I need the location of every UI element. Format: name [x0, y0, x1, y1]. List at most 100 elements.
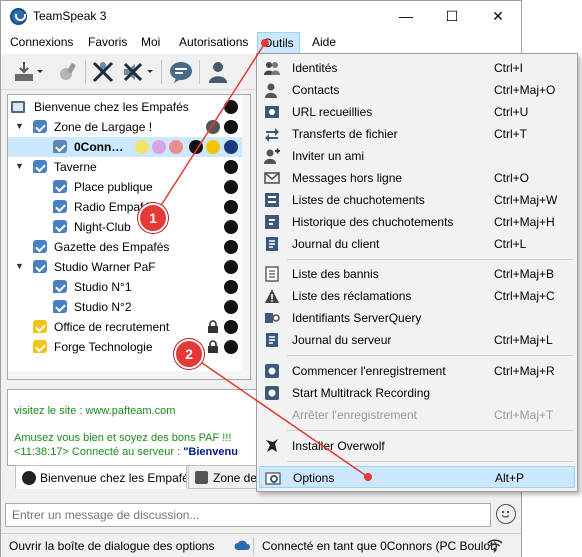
menu-item-label: Messages hors ligne — [292, 171, 403, 185]
menu-item-invite-friend[interactable]: Inviter un ami — [259, 145, 575, 167]
menu-item-shortcut: Ctrl+O — [494, 171, 530, 185]
lock-icon — [206, 320, 220, 334]
channel-badge-icon — [224, 180, 238, 194]
menu-bar: Connexions Favoris Moi Autorisations Out… — [1, 32, 521, 54]
menu-moi[interactable]: Moi — [141, 35, 160, 49]
chat-server-name: "Bienvenu — [183, 446, 238, 458]
expand-arrow-icon[interactable]: ▼ — [15, 261, 25, 271]
server-log-icon — [264, 332, 280, 348]
server-icon — [11, 101, 25, 113]
client-badge-icon — [152, 140, 166, 154]
connect-icon[interactable] — [13, 60, 43, 84]
emoji-icon[interactable] — [496, 504, 516, 524]
menu-item-start-recording[interactable]: Commencer l'enregistrement Ctrl+Maj+R — [259, 360, 575, 382]
menu-separator — [287, 355, 573, 356]
maximize-button[interactable]: ☐ — [429, 1, 475, 32]
channel-tab-icon — [195, 471, 208, 484]
expand-arrow-icon[interactable]: ▼ — [15, 121, 25, 131]
menu-item-serverquery[interactable]: Identifiants ServerQuery — [259, 307, 575, 329]
menu-aide[interactable]: Aide — [312, 35, 336, 49]
menu-autorisations[interactable]: Autorisations — [179, 35, 248, 49]
menu-item-shortcut: Ctrl+Maj+L — [494, 333, 553, 347]
menu-item-shortcut: Ctrl+Maj+B — [494, 267, 555, 281]
menu-item-shortcut: Ctrl+Maj+R — [494, 364, 555, 378]
menu-item-label: Options — [293, 471, 335, 485]
tree-client-row[interactable]: 0Conn… — [8, 137, 244, 157]
chat-text: Connecté au serveur : — [71, 446, 184, 458]
menu-item-offline-messages[interactable]: Messages hors ligne Ctrl+O — [259, 167, 575, 189]
tree-vertical-scrollbar[interactable] — [242, 95, 250, 379]
tab-server-chat[interactable]: Bienvenue chez les Empafés — [15, 465, 187, 489]
menu-item-stop-recording: Arrêter l'enregistrement Ctrl+Maj+T — [259, 404, 575, 426]
menu-item-shortcut: Ctrl+I — [494, 61, 524, 75]
menu-item-complaints[interactable]: Liste des réclamations Ctrl+Maj+C — [259, 285, 575, 307]
menu-item-options[interactable]: Options Alt+P — [259, 466, 575, 488]
menu-item-label: Journal du serveur — [292, 333, 392, 347]
channel-tree: Bienvenue chez les Empafés ▼ Zone de Lar… — [7, 94, 251, 380]
tree-channel-row[interactable]: Radio Empafés — [8, 197, 244, 217]
tree-channel-row[interactable]: Office de recrutement — [8, 317, 244, 337]
tree-channel-row[interactable]: ▼ Zone de Largage ! — [8, 117, 244, 137]
channel-icon — [53, 220, 67, 233]
tree-channel-row[interactable]: Forge Technologie — [8, 337, 244, 357]
menu-connexions[interactable]: Connexions — [10, 35, 73, 49]
channel-icon — [53, 300, 67, 313]
server-name: Bienvenue chez les Empafés — [34, 100, 189, 114]
menu-item-ban-list[interactable]: Liste des bannis Ctrl+Maj+B — [259, 263, 575, 285]
chat-message: Amusez vous bien et soyez des bons PAF !… — [14, 432, 232, 444]
menu-item-contacts[interactable]: Contacts Ctrl+Maj+O — [259, 79, 575, 101]
check-badge-icon — [206, 120, 220, 134]
tree-channel-row[interactable]: Night-Club — [8, 217, 244, 237]
tree-channel-row[interactable]: Studio N°1 — [8, 277, 244, 297]
channel-label: Zone de Largage ! — [54, 120, 153, 134]
title-bar: TeamSpeak 3 — ☐ ✕ — [1, 1, 521, 32]
minimize-button[interactable]: — — [383, 1, 429, 32]
tree-channel-row[interactable]: Studio N°2 — [8, 297, 244, 317]
mute-speakers-icon[interactable] — [121, 60, 153, 84]
channel-label: Studio Warner PaF — [54, 260, 156, 274]
close-button[interactable]: ✕ — [475, 1, 521, 32]
chat-message-input[interactable] — [6, 504, 490, 526]
menu-favoris[interactable]: Favoris — [88, 35, 127, 49]
tree-channel-row[interactable]: ▼ Studio Warner PaF — [8, 257, 244, 277]
contacts-icon[interactable] — [206, 60, 230, 84]
menu-item-whisper-history[interactable]: Historique des chuchotements Ctrl+Maj+H — [259, 211, 575, 233]
chat-icon[interactable] — [168, 60, 192, 84]
menu-item-label: Installer Overwolf — [292, 439, 385, 453]
channel-badge-icon — [224, 220, 238, 234]
tree-channel-row[interactable]: ▼ Taverne — [8, 157, 244, 177]
menu-item-multitrack-recording[interactable]: Start Multitrack Recording — [259, 382, 575, 404]
tools-dropdown-menu: Identités Ctrl+I Contacts Ctrl+Maj+O URL… — [256, 53, 578, 492]
chat-input-box[interactable] — [5, 503, 491, 527]
connection-status: Connecté en tant que 0Connors (PC Boulot… — [262, 539, 498, 553]
menu-item-server-log[interactable]: Journal du serveur Ctrl+Maj+L — [259, 329, 575, 351]
menu-item-label: Identités — [292, 61, 338, 75]
tree-channel-row[interactable]: Place publique — [8, 177, 244, 197]
menu-item-label: Liste des bannis — [292, 267, 379, 281]
menu-item-shortcut: Ctrl+Maj+W — [494, 193, 558, 207]
channel-label: Night-Club — [74, 220, 131, 234]
tree-channel-row[interactable]: Gazette des Empafés — [8, 237, 244, 257]
channel-badge-icon — [224, 120, 238, 134]
tab-channel-chat[interactable]: Zone de — [188, 465, 258, 489]
away-icon[interactable] — [56, 60, 80, 84]
menu-item-url-collection[interactable]: URL recueillies Ctrl+U — [259, 101, 575, 123]
menu-outils[interactable]: Outils — [257, 32, 300, 54]
menu-item-label: Historique des chuchotements — [292, 215, 454, 229]
channel-icon — [53, 200, 67, 213]
menu-item-identities[interactable]: Identités Ctrl+I — [259, 57, 575, 79]
menu-item-file-transfers[interactable]: Transferts de fichier Ctrl+T — [259, 123, 575, 145]
menu-item-client-log[interactable]: Journal du client Ctrl+L — [259, 233, 575, 255]
expand-arrow-icon[interactable]: ▼ — [15, 161, 25, 171]
menu-item-whisper-lists[interactable]: Listes de chuchotements Ctrl+Maj+W — [259, 189, 575, 211]
menu-item-shortcut: Ctrl+L — [494, 237, 527, 251]
menu-separator — [287, 259, 573, 260]
contacts-icon — [264, 82, 280, 98]
menu-item-shortcut: Ctrl+Maj+C — [494, 289, 555, 303]
channel-icon — [33, 320, 47, 333]
tree-server-row[interactable]: Bienvenue chez les Empafés — [8, 97, 244, 117]
mute-microphone-icon[interactable] — [91, 60, 115, 84]
channel-icon — [33, 160, 47, 173]
menu-item-install-overwolf[interactable]: Installer Overwolf — [259, 435, 575, 457]
tree-horizontal-scrollbar[interactable] — [8, 371, 250, 379]
